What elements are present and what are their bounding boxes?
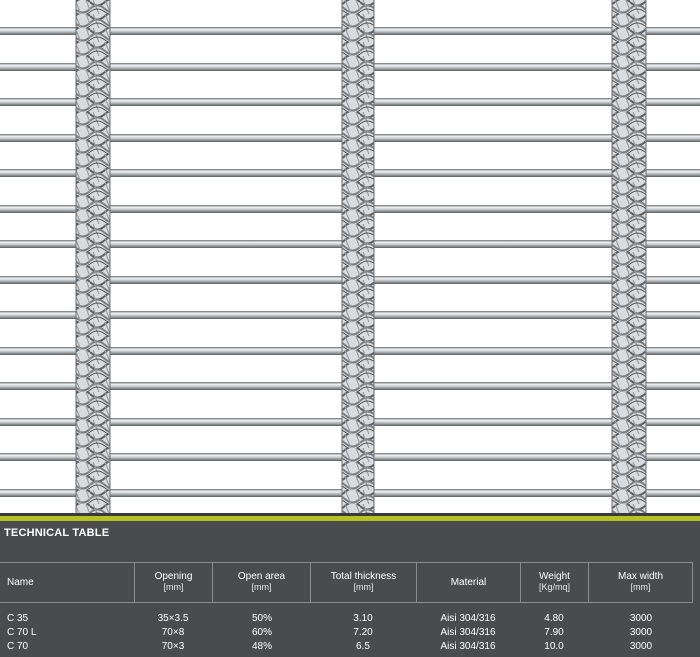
- column-label: Max width: [617, 571, 663, 582]
- braided-cable: [611, 0, 647, 513]
- table-row: C 35 35×3.5 50% 3.10 Aisi 304/316 4.80 3…: [0, 613, 700, 627]
- column-unit: [mm]: [163, 582, 184, 592]
- cell-name: C 70: [7, 641, 29, 652]
- table-title: TECHNICAL TABLE: [4, 527, 110, 539]
- column-unit: [Kg/mq]: [538, 582, 570, 592]
- cell-total-thickness: 7.20: [353, 627, 373, 638]
- column-label: Open area: [237, 571, 286, 582]
- column-header-open-area: Open area [mm]: [213, 562, 310, 602]
- cell-weight: 4.80: [544, 613, 564, 624]
- column-label: Total thickness: [330, 571, 397, 582]
- cell-max-width: 3000: [629, 613, 653, 624]
- column-header-material: Material: [417, 562, 520, 602]
- cell-opening: 70×3: [161, 641, 185, 652]
- cell-weight: 7.90: [544, 627, 564, 638]
- column-divider: [692, 562, 693, 602]
- accent-bar: [0, 516, 700, 521]
- column-unit: [mm]: [630, 582, 651, 592]
- cell-material: Aisi 304/316: [440, 613, 496, 624]
- cell-open-area: 48%: [251, 641, 273, 652]
- cell-max-width: 3000: [629, 641, 653, 652]
- cell-name: C 35: [7, 613, 29, 624]
- cell-material: Aisi 304/316: [440, 641, 496, 652]
- cell-name: C 70 L: [7, 627, 37, 638]
- column-label: Weight: [539, 571, 570, 582]
- column-label: Material: [450, 576, 487, 588]
- cell-opening: 70×8: [161, 627, 185, 638]
- column-unit: [mm]: [353, 582, 374, 592]
- cell-opening: 35×3.5: [157, 613, 189, 624]
- cell-material: Aisi 304/316: [440, 627, 496, 638]
- braided-cable: [341, 0, 375, 513]
- cell-total-thickness: 6.5: [356, 641, 370, 652]
- column-unit: [mm]: [251, 582, 272, 592]
- cell-weight: 10.0: [544, 641, 564, 652]
- column-header-opening: Opening [mm]: [135, 562, 212, 602]
- column-header-weight: Weight [Kg/mq]: [521, 562, 588, 602]
- table-row: C 70 L 70×8 60% 7.20 Aisi 304/316 7.90 3…: [0, 627, 700, 641]
- table-row: C 70 70×3 48% 6.5 Aisi 304/316 10.0 3000: [0, 641, 700, 655]
- column-label: Name: [7, 576, 34, 588]
- technical-table-panel: TECHNICAL TABLE Name Opening [mm] Open a…: [0, 513, 700, 657]
- column-header-total-thickness: Total thickness [mm]: [311, 562, 416, 602]
- cell-max-width: 3000: [629, 627, 653, 638]
- cell-open-area: 60%: [251, 627, 273, 638]
- column-header-name: Name: [0, 562, 134, 602]
- cell-total-thickness: 3.10: [353, 613, 373, 624]
- braided-cable: [75, 0, 111, 513]
- column-header-max-width: Max width [mm]: [589, 562, 692, 602]
- column-label: Opening: [154, 571, 193, 582]
- cell-open-area: 50%: [251, 613, 273, 624]
- header-bottom-rule: [0, 602, 693, 603]
- wire-mesh-photo: [0, 0, 700, 513]
